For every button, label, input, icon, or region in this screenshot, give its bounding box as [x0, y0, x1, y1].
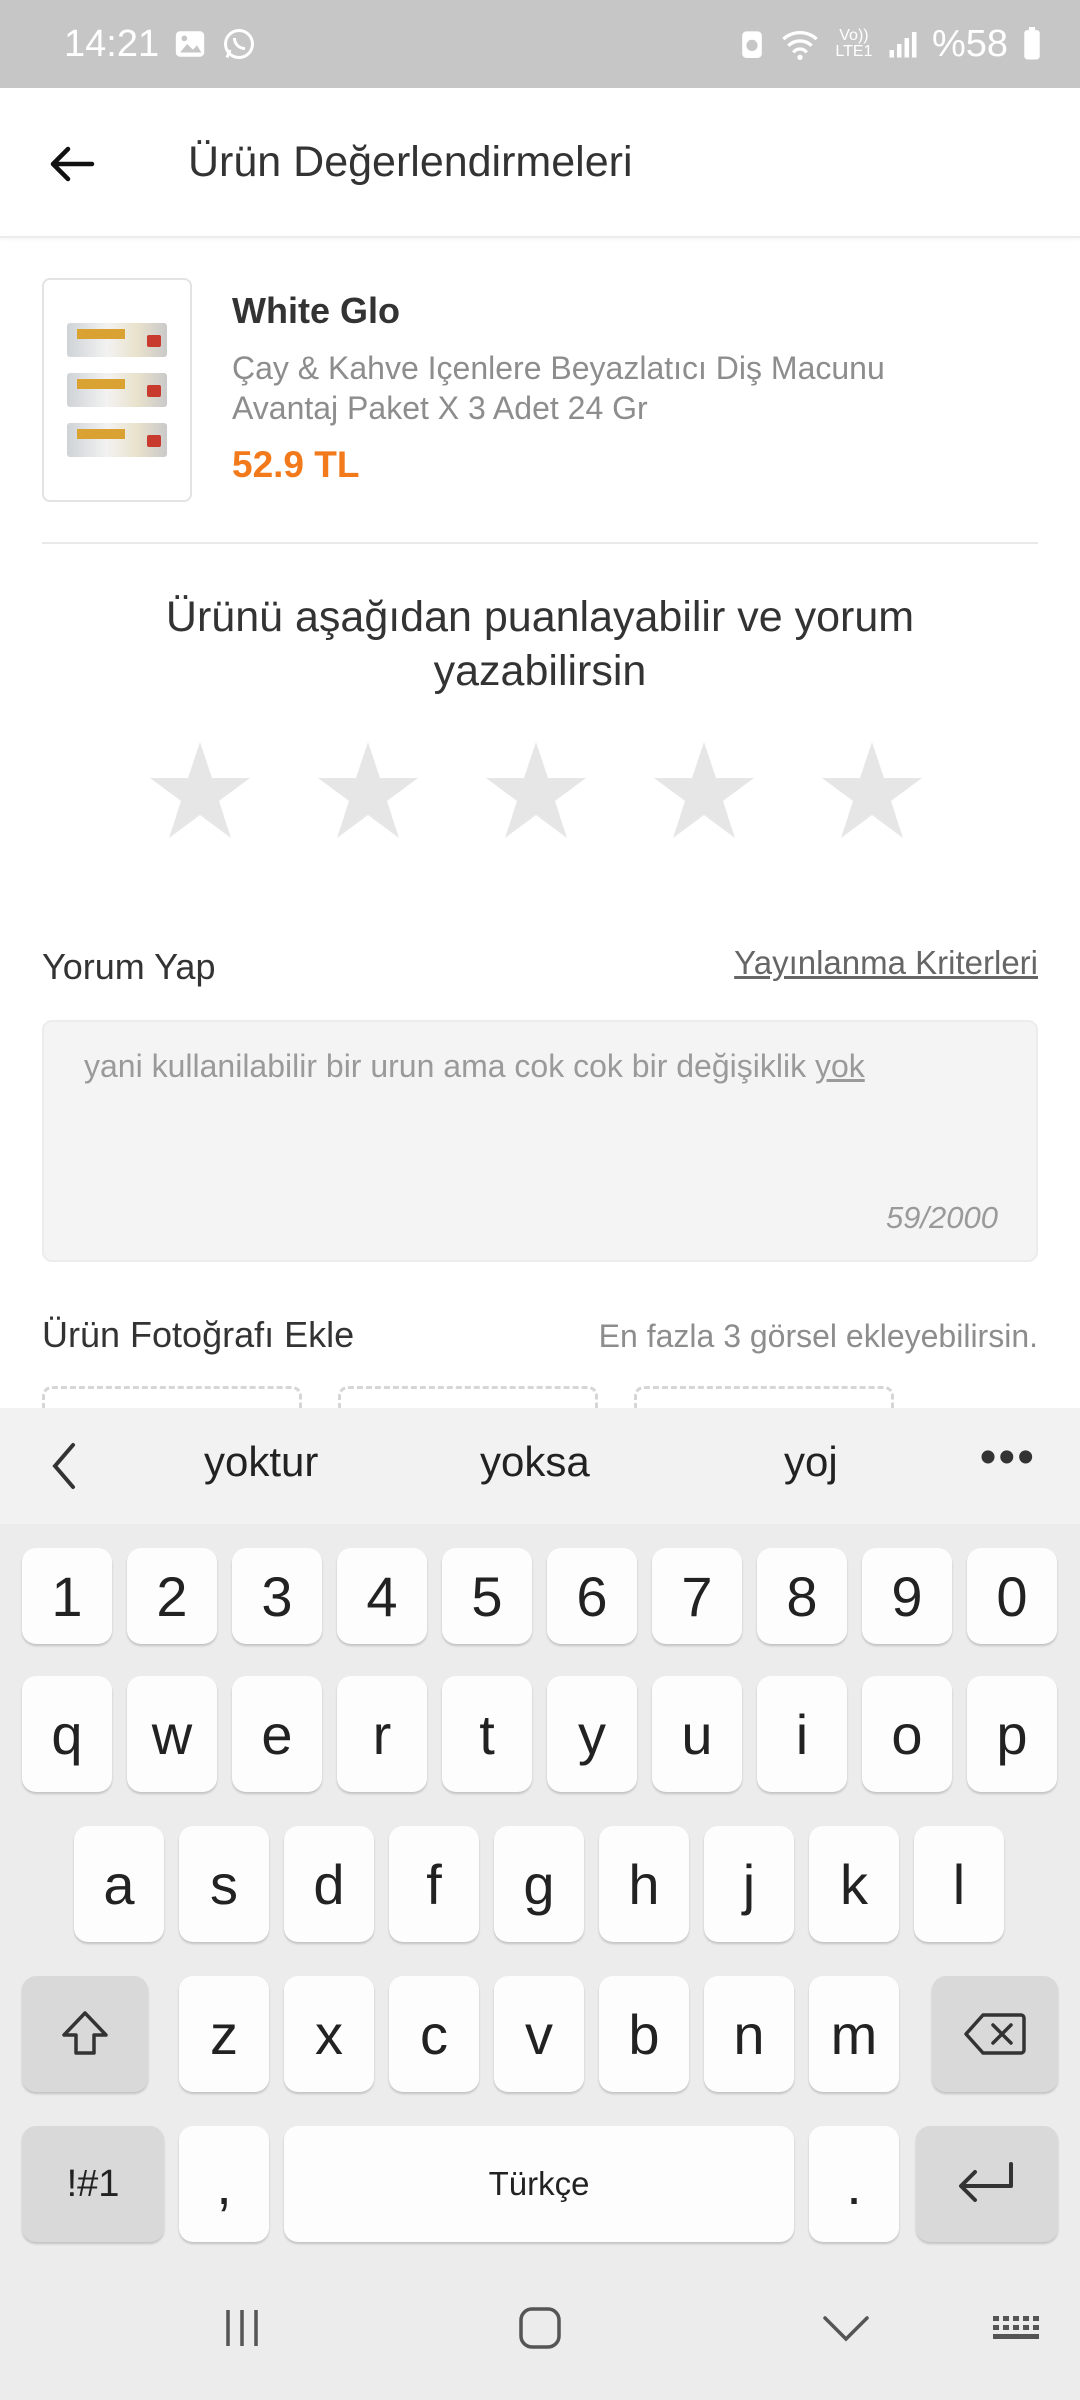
- key-x[interactable]: x: [284, 1976, 374, 2092]
- key-6[interactable]: 6: [547, 1548, 637, 1644]
- keyboard-switch-button[interactable]: [978, 2298, 1058, 2358]
- key-m[interactable]: m: [809, 1976, 899, 2092]
- key-t[interactable]: t: [442, 1676, 532, 1792]
- battery-icon: [1022, 27, 1042, 61]
- page-title: Ürün Değerlendirmeleri: [188, 138, 633, 186]
- status-bar: 14:21 Vo)) LTE1 %58: [0, 0, 1080, 88]
- product-summary: White Glo Çay & Kahve Içenlere Beyazlatı…: [42, 278, 1038, 544]
- period-key[interactable]: .: [809, 2126, 899, 2242]
- key-a[interactable]: a: [74, 1826, 164, 1942]
- key-k[interactable]: k: [809, 1826, 899, 1942]
- key-3[interactable]: 3: [232, 1548, 322, 1644]
- recent-apps-icon: [226, 2310, 258, 2346]
- home-icon: [519, 2307, 561, 2349]
- key-i[interactable]: i: [757, 1676, 847, 1792]
- star-3-icon[interactable]: [486, 740, 586, 840]
- product-image: [42, 278, 192, 502]
- key-d[interactable]: d: [284, 1826, 374, 1942]
- review-textarea[interactable]: yani kullanilabilir bir urun ama cok cok…: [42, 1020, 1038, 1262]
- key-5[interactable]: 5: [442, 1548, 532, 1644]
- key-s[interactable]: s: [179, 1826, 269, 1942]
- rating-prompt: Ürünü aşağıdan puanlayabilir ve yorum ya…: [165, 593, 915, 695]
- key-0[interactable]: 0: [967, 1548, 1057, 1644]
- suggestion-collapse-button[interactable]: [40, 1440, 88, 1492]
- key-2[interactable]: 2: [127, 1548, 217, 1644]
- suggestion-2[interactable]: yoksa: [480, 1438, 590, 1486]
- star-2-icon[interactable]: [318, 740, 418, 840]
- key-y[interactable]: y: [547, 1676, 637, 1792]
- key-e[interactable]: e: [232, 1676, 322, 1792]
- keyboard-icon: [993, 2316, 1039, 2339]
- key-9[interactable]: 9: [862, 1548, 952, 1644]
- key-h[interactable]: h: [599, 1826, 689, 1942]
- add-photo-hint: En fazla 3 görsel ekleyebilirsin.: [598, 1318, 1038, 1354]
- network-type-label: Vo)) LTE1: [835, 27, 873, 60]
- whatsapp-notification-icon: [221, 26, 257, 62]
- key-b[interactable]: b: [599, 1976, 689, 2092]
- key-u[interactable]: u: [652, 1676, 742, 1792]
- app-bar: Ürün Değerlendirmeleri: [0, 88, 1080, 238]
- home-button[interactable]: [500, 2298, 580, 2358]
- key-c[interactable]: c: [389, 1976, 479, 2092]
- space-key[interactable]: Türkçe: [284, 2126, 794, 2242]
- star-1-icon[interactable]: [150, 740, 250, 840]
- key-4[interactable]: 4: [337, 1548, 427, 1644]
- enter-arrow-icon: [959, 2162, 1013, 2202]
- review-text: yani kullanilabilir bir urun ama cok cok…: [84, 1048, 865, 1084]
- suggestion-1[interactable]: yoktur: [204, 1438, 318, 1486]
- publishing-criteria-link[interactable]: Yayınlanma Kriterleri: [734, 944, 1038, 982]
- product-price: 52.9 TL: [232, 444, 360, 485]
- key-1[interactable]: 1: [22, 1548, 112, 1644]
- key-z[interactable]: z: [179, 1976, 269, 2092]
- star-4-icon[interactable]: [654, 740, 754, 840]
- key-v[interactable]: v: [494, 1976, 584, 2092]
- key-j[interactable]: j: [704, 1826, 794, 1942]
- key-l[interactable]: l: [914, 1826, 1004, 1942]
- more-options-icon[interactable]: •••: [980, 1430, 1036, 1485]
- shift-arrow-icon: [62, 2011, 108, 2055]
- system-nav-bar: [0, 2250, 1080, 2400]
- key-f[interactable]: f: [389, 1826, 479, 1942]
- key-w[interactable]: w: [127, 1676, 217, 1792]
- key-8[interactable]: 8: [757, 1548, 847, 1644]
- comma-key[interactable]: ,: [179, 2126, 269, 2242]
- key-n[interactable]: n: [704, 1976, 794, 2092]
- key-r[interactable]: r: [337, 1676, 427, 1792]
- symbols-key[interactable]: !#1: [22, 2126, 164, 2242]
- key-7[interactable]: 7: [652, 1548, 742, 1644]
- composing-word: yok: [814, 1048, 865, 1084]
- character-counter: 59/2000: [885, 1200, 998, 1235]
- product-description: Çay & Kahve Içenlere Beyazlatıcı Diş Mac…: [232, 350, 885, 426]
- key-g[interactable]: g: [494, 1826, 584, 1942]
- hide-keyboard-button[interactable]: [806, 2298, 886, 2358]
- add-photo-label: Ürün Fotoğrafı Ekle: [42, 1314, 355, 1355]
- product-brand: White Glo: [232, 290, 400, 331]
- status-time: 14:21: [64, 22, 160, 65]
- battery-saver-icon: [738, 27, 766, 61]
- star-5-icon[interactable]: [822, 740, 922, 840]
- backspace-icon: [964, 2013, 1026, 2055]
- enter-key[interactable]: [916, 2126, 1058, 2242]
- key-p[interactable]: p: [967, 1676, 1057, 1792]
- shift-key[interactable]: [22, 1976, 148, 2092]
- gallery-notification-icon: [173, 27, 207, 61]
- recent-apps-button[interactable]: [202, 2298, 282, 2358]
- back-button[interactable]: [40, 132, 104, 196]
- key-q[interactable]: q: [22, 1676, 112, 1792]
- chevron-left-icon: [52, 1443, 75, 1489]
- review-label: Yorum Yap: [42, 946, 216, 987]
- backspace-key[interactable]: [932, 1976, 1058, 2092]
- battery-percent: %58: [931, 22, 1008, 65]
- suggestion-bar: yoktur yoksa yoj •••: [0, 1408, 1080, 1524]
- suggestion-3[interactable]: yoj: [784, 1438, 838, 1486]
- wifi-icon: [780, 27, 820, 61]
- key-o[interactable]: o: [862, 1676, 952, 1792]
- star-rating[interactable]: [150, 740, 922, 840]
- arrow-left-icon: [50, 146, 95, 182]
- signal-icon: [888, 29, 918, 59]
- chevron-down-icon: [823, 2316, 869, 2342]
